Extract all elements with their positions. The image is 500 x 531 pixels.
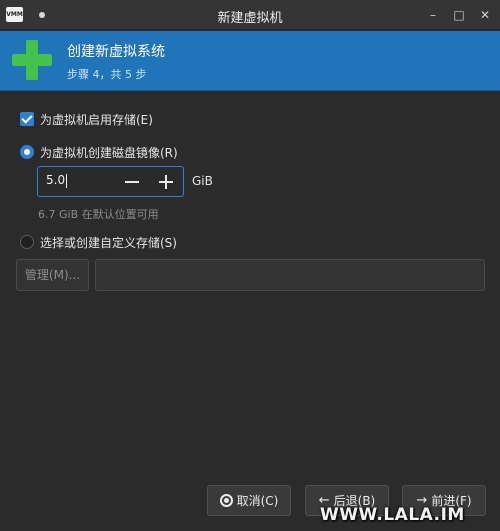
size-unit: GiB [192,174,213,188]
manage-button[interactable]: 管理(M)... [16,259,89,291]
wizard-step: 步骤 4，共 5 步 [67,68,147,81]
title-bar: VMM 新建虚拟机 – □ ✕ [0,0,500,30]
available-space-hint: 6.7 GiB 在默认位置可用 [38,208,159,221]
enable-storage-checkbox[interactable]: 为虚拟机启用存储(E) [20,110,153,128]
minimize-button[interactable]: – [424,6,442,24]
minus-icon[interactable] [122,172,142,192]
watermark: WWW.LALA.IM [320,505,465,525]
custom-storage-label: 选择或创建自定义存储(S) [40,235,177,250]
create-disk-label: 为虚拟机创建磁盘镜像(R) [40,145,178,160]
wizard-title: 创建新虚拟系统 [67,44,165,60]
storage-path-field[interactable] [95,259,485,291]
radio-selected-icon[interactable] [20,145,34,159]
maximize-button[interactable]: □ [450,6,468,24]
enable-storage-label: 为虚拟机启用存储(E) [40,112,153,127]
plus-icon [12,40,52,80]
disk-size-input[interactable]: 5.0 [46,173,68,188]
radio-unselected-icon[interactable] [20,235,34,249]
close-button[interactable]: ✕ [476,6,494,24]
plus-small-icon[interactable] [156,172,176,192]
custom-storage-radio[interactable]: 选择或创建自定义存储(S) [20,233,177,251]
cancel-label: 取消(C) [236,494,279,508]
disk-size-spinbutton[interactable]: 5.0 [37,166,184,197]
create-disk-radio[interactable]: 为虚拟机创建磁盘镜像(R) [20,143,178,161]
cancel-button[interactable]: 取消(C) [207,485,291,516]
cancel-icon [219,494,233,507]
wizard-header: 创建新虚拟系统 步骤 4，共 5 步 [0,31,500,91]
checkbox-checked-icon[interactable] [20,112,34,126]
